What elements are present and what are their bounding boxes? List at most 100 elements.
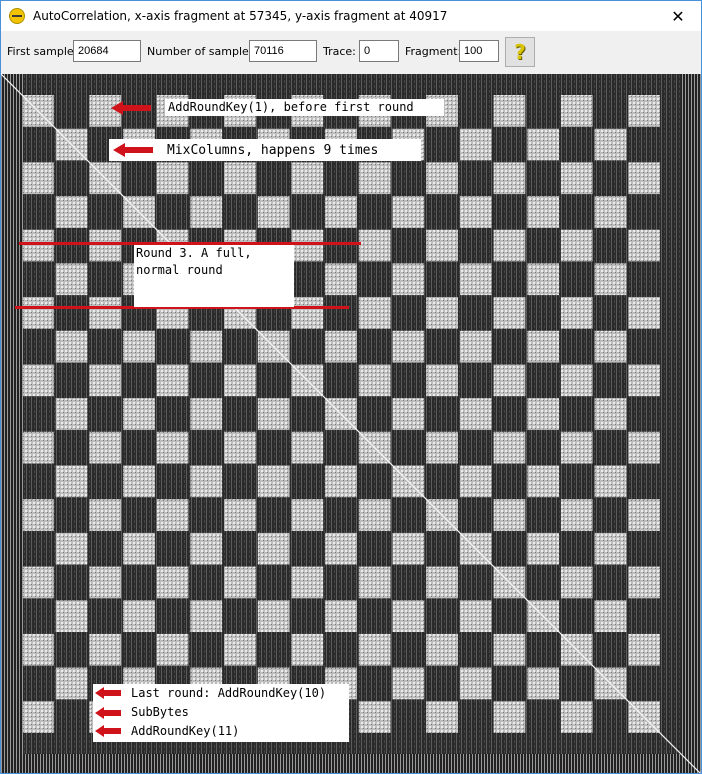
correlation-block — [527, 465, 559, 498]
correlation-block — [426, 364, 458, 397]
correlation-block — [22, 633, 54, 666]
correlation-block — [459, 330, 492, 363]
correlation-block — [527, 330, 559, 363]
correlation-block — [493, 95, 526, 127]
correlation-block — [22, 431, 54, 464]
autocorrelation-plot[interactable]: AddRoundKey(1), before first round MixCo… — [1, 74, 701, 773]
number-of-samples-label: Number of samples: — [147, 45, 259, 58]
correlation-block — [22, 499, 54, 531]
correlation-block — [560, 95, 593, 127]
question-mark-icon: ? — [514, 40, 526, 64]
correlation-block — [493, 431, 526, 464]
correlation-block — [358, 701, 391, 733]
number-of-samples-input[interactable]: 70116 — [249, 40, 317, 62]
correlation-block — [493, 364, 526, 397]
correlation-block — [190, 196, 223, 228]
correlation-block — [560, 229, 593, 262]
correlation-block — [22, 701, 54, 733]
correlation-block — [392, 398, 425, 430]
correlation-block — [257, 600, 290, 632]
correlation-block — [459, 128, 492, 161]
correlation-block — [89, 431, 122, 464]
correlation-block — [224, 364, 256, 397]
correlation-block — [89, 229, 122, 262]
correlation-block — [358, 162, 391, 195]
correlation-block — [257, 196, 290, 228]
correlation-block — [325, 600, 357, 632]
correlation-block — [628, 364, 660, 397]
correlation-block — [55, 263, 88, 296]
correlation-block — [459, 398, 492, 430]
correlation-block — [560, 364, 593, 397]
correlation-block — [55, 465, 88, 498]
correlation-block — [628, 431, 660, 464]
correlation-block — [392, 196, 425, 228]
correlation-block — [22, 162, 54, 195]
correlation-block — [291, 162, 324, 195]
correlation-block — [123, 330, 155, 363]
correlation-block — [291, 566, 324, 599]
title-bar[interactable]: AutoCorrelation, x-axis fragment at 5734… — [1, 1, 701, 31]
correlation-block — [594, 465, 627, 498]
correlation-block — [123, 398, 155, 430]
correlation-block — [190, 398, 223, 430]
first-sample-input[interactable]: 20684 — [73, 40, 141, 62]
correlation-block — [291, 297, 324, 329]
correlation-block — [527, 263, 559, 296]
window-title: AutoCorrelation, x-axis fragment at 5734… — [33, 9, 448, 23]
oscilloscope-icon — [9, 8, 25, 24]
annotation-addroundkey-11: AddRoundKey(11) — [131, 724, 240, 738]
correlation-block — [224, 499, 256, 531]
correlation-block — [358, 364, 391, 397]
correlation-block — [358, 297, 391, 329]
correlation-block — [392, 532, 425, 565]
correlation-block — [358, 229, 391, 262]
correlation-block — [426, 297, 458, 329]
correlation-block — [55, 600, 88, 632]
arrow-left-icon — [95, 707, 121, 719]
correlation-block — [628, 499, 660, 531]
arrow-left-icon — [111, 101, 151, 115]
correlation-block — [190, 600, 223, 632]
correlation-block — [560, 297, 593, 329]
correlation-block — [89, 297, 122, 329]
correlation-block — [291, 499, 324, 531]
autocorrelation-matrix — [1, 74, 701, 773]
correlation-block — [123, 532, 155, 565]
correlation-block — [89, 499, 122, 531]
correlation-block — [594, 196, 627, 228]
edge-stripe-band — [1, 754, 701, 773]
annotation-mixcolumns: MixColumns, happens 9 times — [167, 143, 379, 158]
correlation-block — [358, 566, 391, 599]
correlation-block — [358, 499, 391, 531]
correlation-block — [392, 330, 425, 363]
help-button[interactable]: ? — [505, 37, 535, 67]
close-button[interactable]: ✕ — [655, 1, 701, 31]
correlation-block — [527, 128, 559, 161]
annotation-subbytes: SubBytes — [131, 705, 189, 719]
fragment-label: Fragment: — [405, 45, 462, 58]
correlation-block — [594, 330, 627, 363]
edge-stripe-band — [1, 74, 23, 773]
fragment-input[interactable]: 100 — [459, 40, 499, 62]
correlation-block — [291, 229, 324, 262]
correlation-block — [493, 701, 526, 733]
correlation-block — [426, 633, 458, 666]
correlation-block — [392, 263, 425, 296]
correlation-block — [560, 701, 593, 733]
correlation-block — [156, 566, 189, 599]
trace-input[interactable]: 0 — [359, 40, 399, 62]
correlation-block — [156, 633, 189, 666]
correlation-block — [257, 532, 290, 565]
correlation-block — [628, 633, 660, 666]
correlation-block — [594, 263, 627, 296]
correlation-block — [55, 196, 88, 228]
correlation-block — [156, 499, 189, 531]
correlation-block — [594, 128, 627, 161]
correlation-block — [55, 667, 88, 700]
correlation-block — [560, 566, 593, 599]
correlation-block — [22, 229, 54, 262]
correlation-block — [527, 667, 559, 700]
correlation-block — [22, 297, 54, 329]
correlation-block — [628, 229, 660, 262]
